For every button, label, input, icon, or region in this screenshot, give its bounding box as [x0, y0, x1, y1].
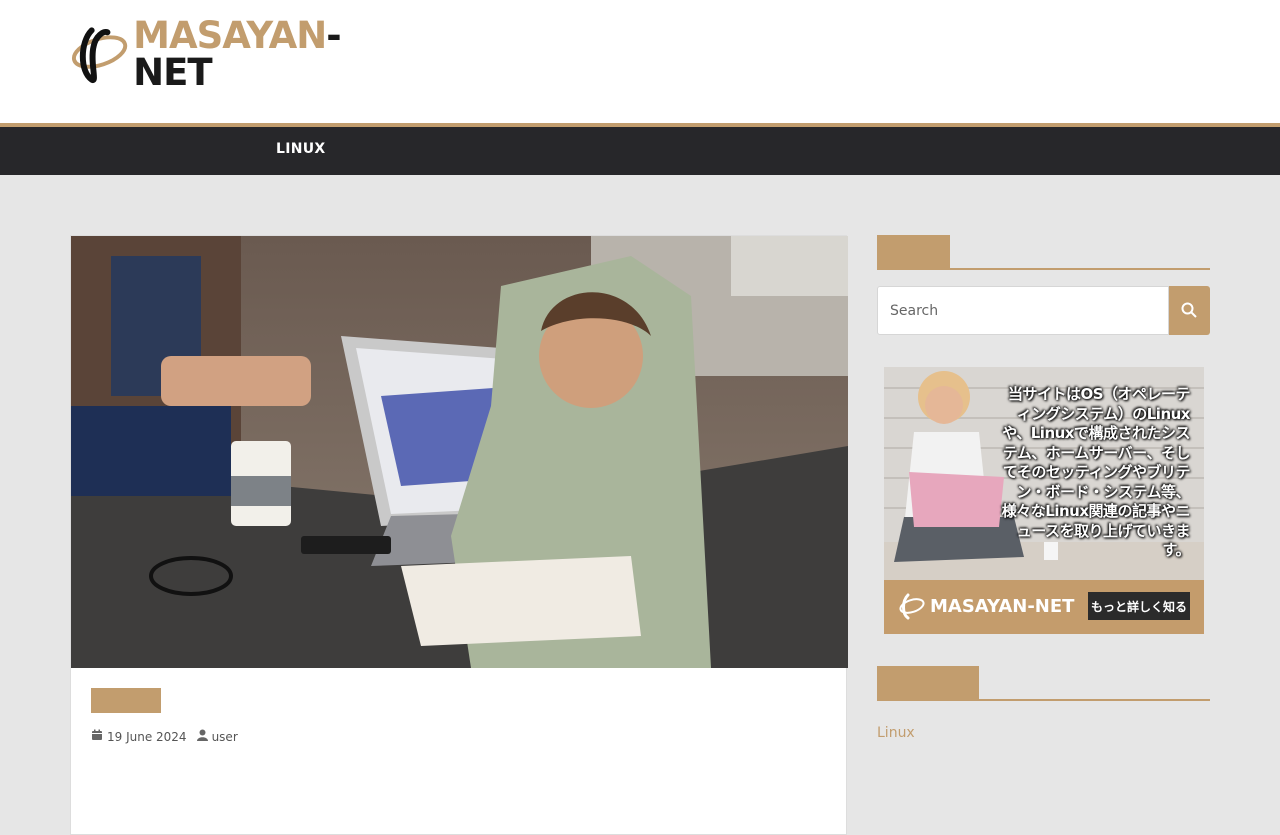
logo-text: MASAYAN-NET — [133, 17, 415, 91]
ad-banner[interactable]: 当サイトはOS（オペレーティングシステム）のLinuxや、Linuxで構成された… — [884, 367, 1204, 634]
search-form — [877, 286, 1210, 335]
logo-orbit-icon — [71, 27, 128, 83]
categories-widget-title — [877, 666, 1210, 701]
site-header: MASAYAN-NET — [0, 0, 1280, 123]
post-date[interactable]: 19 June 2024 — [107, 730, 187, 744]
post-card: 19 June 2024 user — [70, 235, 848, 835]
search-widget-title — [877, 235, 1210, 270]
ad-cta-button[interactable]: もっと詳しく知る — [1088, 592, 1190, 620]
search-input[interactable] — [877, 286, 1169, 335]
logo-orbit-icon — [899, 593, 925, 620]
ad-text: 当サイトはOS（オペレーティングシステム）のLinuxや、Linuxで構成された… — [1001, 385, 1191, 559]
ad-logo-text: MASAYAN-NET — [930, 595, 1075, 617]
search-button[interactable] — [1169, 286, 1210, 335]
post-meta: 19 June 2024 user — [91, 729, 238, 744]
widget-title-tab — [877, 235, 950, 270]
widget-title-tab — [877, 666, 979, 701]
ad-logo: MASAYAN-NET — [898, 592, 1074, 620]
nav-item-linux[interactable]: LINUX — [276, 141, 326, 157]
user-icon — [196, 729, 208, 744]
category-badge[interactable] — [91, 688, 161, 713]
calendar-icon — [91, 729, 103, 744]
site-logo[interactable]: MASAYAN-NET — [70, 17, 415, 91]
category-link-linux[interactable]: Linux — [877, 725, 915, 741]
post-featured-image[interactable] — [71, 236, 848, 668]
office-photo — [71, 236, 848, 668]
post-author[interactable]: user — [212, 730, 238, 744]
main-nav: LINUX — [0, 123, 1280, 175]
ad-footer: MASAYAN-NET もっと詳しく知る — [884, 580, 1204, 634]
